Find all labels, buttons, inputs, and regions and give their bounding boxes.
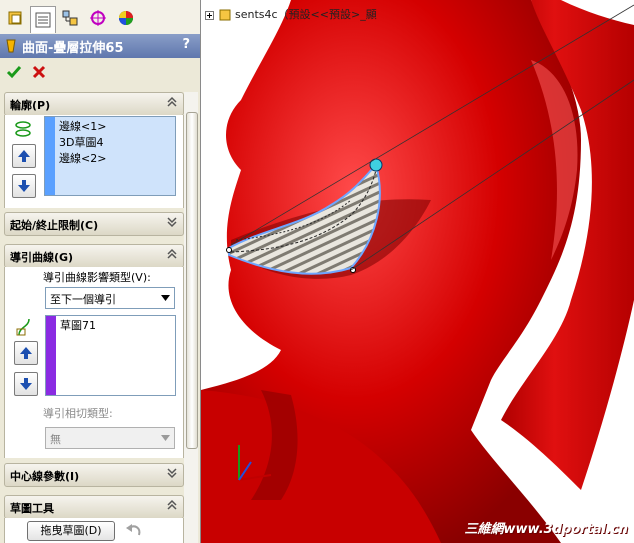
expand-tree-icon[interactable] bbox=[205, 10, 214, 20]
profile-section-body: 邊線<1> 3D草圖4 邊線<2> bbox=[4, 115, 184, 208]
watermark-logo: 三維網www.3dportal.cn bbox=[464, 522, 628, 537]
graphics-viewport[interactable]: sents4c（預設<<預設>_顯 三維網www.3dportal.cn bbox=[201, 0, 634, 543]
start-end-section-header[interactable]: 起始/終止限制(C) bbox=[4, 212, 184, 236]
dropdown-arrow-icon bbox=[156, 428, 174, 448]
centerline-section-label: 中心線參數(I) bbox=[10, 470, 80, 483]
guide-curve-icon bbox=[16, 318, 30, 336]
guide-section-header[interactable]: 導引曲線(G) bbox=[4, 244, 184, 268]
3d-model-render bbox=[201, 0, 634, 543]
configuration-manager-tab[interactable] bbox=[58, 6, 82, 30]
guide-move-down-button[interactable] bbox=[14, 372, 38, 396]
help-button[interactable]: ? bbox=[182, 37, 190, 52]
move-down-button[interactable] bbox=[12, 174, 36, 198]
sketch-tools-section-label: 草圖工具 bbox=[10, 502, 54, 515]
arrow-up-icon bbox=[18, 150, 30, 162]
guide-section-label: 導引曲線(G) bbox=[10, 251, 74, 264]
influence-type-value: 至下一個導引 bbox=[50, 293, 116, 306]
selection-color-bar bbox=[45, 117, 55, 195]
cancel-x-icon[interactable] bbox=[31, 64, 47, 80]
dropdown-arrow-icon bbox=[156, 288, 174, 308]
undo-icon[interactable] bbox=[125, 522, 143, 538]
collapse-chevron-icon[interactable] bbox=[165, 498, 179, 512]
move-up-button[interactable] bbox=[12, 144, 36, 168]
dimxpert-icon bbox=[90, 10, 106, 26]
start-end-section-label: 起始/終止限制(C) bbox=[10, 219, 99, 232]
property-manager-tab[interactable] bbox=[30, 6, 56, 33]
configuration-manager-icon bbox=[62, 10, 78, 26]
ok-cancel-bar bbox=[0, 58, 200, 88]
tangency-type-label: 導引相切類型: bbox=[43, 407, 113, 420]
collapse-chevron-icon[interactable] bbox=[165, 95, 179, 109]
list-item[interactable]: 邊線<1> bbox=[59, 119, 106, 135]
feature-manager-icon bbox=[8, 11, 22, 25]
guide-section-body: 導引曲線影響類型(V): 至下一個導引 草圖71 導引相切類型: 無 bbox=[4, 267, 184, 458]
influence-type-label: 導引曲線影響類型(V): bbox=[43, 271, 151, 284]
part-icon bbox=[219, 9, 230, 21]
expand-chevron-icon[interactable] bbox=[165, 215, 179, 229]
guide-curve-list[interactable]: 草圖71 bbox=[45, 315, 176, 396]
property-manager-icon bbox=[35, 12, 51, 28]
list-item[interactable]: 草圖71 bbox=[60, 318, 96, 334]
feature-manager-tab[interactable] bbox=[4, 6, 28, 30]
property-manager-panel: 曲面-疊層拉伸65 ? 輪廓(P) 邊線<1> 3D草圖4 邊線<2> 起始/終… bbox=[0, 0, 201, 543]
ok-check-icon[interactable] bbox=[6, 64, 22, 80]
list-item[interactable]: 邊線<2> bbox=[59, 151, 106, 167]
part-name: sents4c（預設<<預設>_顯 bbox=[235, 8, 377, 21]
tangency-type-select[interactable]: 無 bbox=[45, 427, 175, 449]
arrow-down-icon bbox=[20, 378, 32, 390]
centerline-section-header[interactable]: 中心線參數(I) bbox=[4, 463, 184, 487]
feature-title: 曲面-疊層拉伸65 bbox=[22, 41, 124, 56]
expand-chevron-icon[interactable] bbox=[165, 466, 179, 480]
scrollbar-thumb[interactable] bbox=[186, 112, 198, 449]
guide-move-up-button[interactable] bbox=[14, 341, 38, 365]
display-manager-icon bbox=[119, 11, 133, 25]
profile-section-header[interactable]: 輪廓(P) bbox=[4, 92, 184, 116]
guide-color-bar bbox=[46, 316, 56, 395]
profile-section-label: 輪廓(P) bbox=[10, 99, 51, 112]
dimxpert-tab[interactable] bbox=[86, 6, 110, 30]
list-item[interactable]: 3D草圖4 bbox=[59, 135, 106, 151]
profile-list[interactable]: 邊線<1> 3D草圖4 邊線<2> bbox=[44, 116, 176, 196]
display-manager-tab[interactable] bbox=[114, 6, 138, 30]
arrow-up-icon bbox=[20, 347, 32, 359]
influence-type-select[interactable]: 至下一個導引 bbox=[45, 287, 175, 309]
sketch-tools-section-header[interactable]: 草圖工具 bbox=[4, 495, 184, 519]
feature-title-bar: 曲面-疊層拉伸65 ? bbox=[0, 34, 200, 58]
profile-icon bbox=[15, 121, 31, 137]
loft-surface-icon bbox=[6, 39, 16, 53]
tangency-type-value: 無 bbox=[50, 433, 61, 446]
arrow-down-icon bbox=[18, 180, 30, 192]
feature-tree-flyout[interactable]: sents4c（預設<<預設>_顯 bbox=[205, 6, 377, 22]
manager-tab-bar bbox=[0, 0, 200, 35]
sketch-tools-body: 拖曳草圖(D) bbox=[4, 518, 184, 543]
drag-sketch-button[interactable]: 拖曳草圖(D) bbox=[27, 521, 115, 541]
collapse-chevron-icon[interactable] bbox=[165, 247, 179, 261]
